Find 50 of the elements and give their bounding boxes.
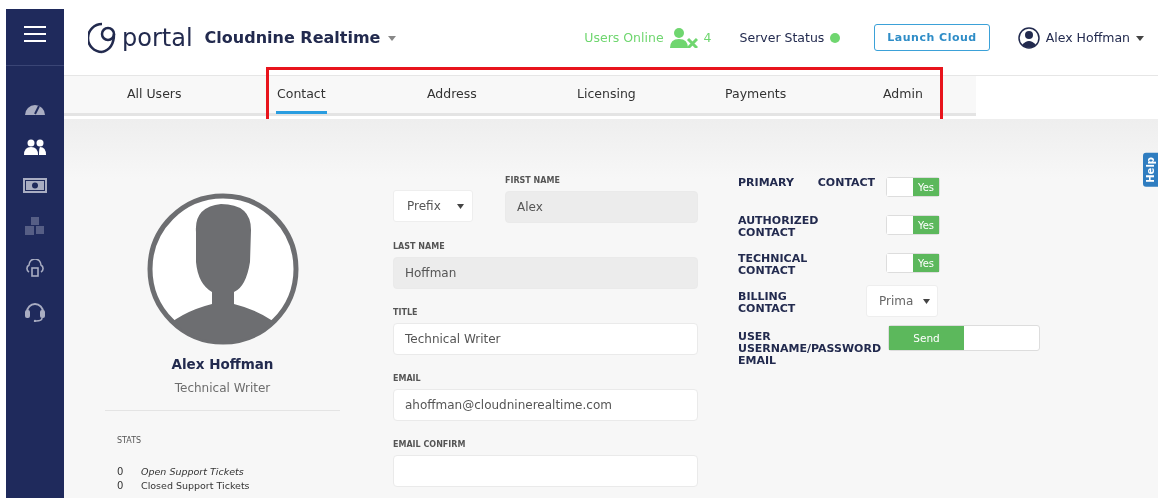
stats-heading: STATS — [117, 436, 143, 445]
option-label: PRIMARY CONTACT — [738, 177, 877, 189]
tab[interactable]: Payments — [724, 76, 788, 114]
user-menu[interactable]: Alex Hoffman — [1045, 30, 1144, 45]
server-status-label: Server Status — [739, 30, 825, 45]
users-online-count: 4 — [703, 30, 712, 45]
stat-count: 0 — [117, 465, 125, 477]
avatar-icon — [1017, 26, 1040, 49]
profile-name: Alex Hoffman — [171, 356, 274, 372]
stat-label: Open Support Tickets — [141, 465, 244, 477]
field-label: EMAIL — [393, 374, 422, 383]
tab[interactable]: Admin — [882, 76, 924, 114]
tab[interactable]: All Users — [126, 76, 183, 114]
caret-icon — [1136, 36, 1144, 41]
field-label: EMAIL CONFIRM — [393, 440, 467, 449]
headset-icon[interactable] — [24, 300, 46, 322]
help-tab[interactable]: Help — [1143, 153, 1158, 187]
prefix-select[interactable]: Prefix — [393, 190, 473, 222]
option-label: USER USERNAME/PASSWORD EMAIL — [738, 331, 883, 367]
profile-title: Technical Writer — [174, 381, 271, 395]
user-x-icon — [669, 27, 698, 48]
billing-select[interactable]: Prima — [866, 285, 938, 317]
menu-icon[interactable] — [24, 26, 46, 42]
caret-icon — [388, 36, 396, 41]
person-silhouette-icon — [145, 192, 300, 346]
logo-icon — [88, 20, 118, 55]
tab[interactable]: Licensing — [576, 76, 637, 114]
input-field[interactable]: Hoffman — [393, 257, 698, 289]
banknote-icon[interactable] — [23, 178, 47, 193]
tab[interactable]: Address — [426, 76, 478, 114]
stat-count: 0 — [117, 479, 125, 491]
caret-icon — [457, 203, 464, 209]
field-label: TITLE — [393, 308, 419, 317]
tab[interactable]: Contact — [276, 76, 327, 114]
company-dropdown[interactable]: Cloudnine Realtime — [204, 28, 396, 47]
first-name-field[interactable]: Alex — [505, 191, 698, 223]
input-field[interactable]: Technical Writer — [393, 323, 698, 355]
option-label: BILLING CONTACT — [738, 291, 797, 315]
cloud-icon[interactable] — [24, 259, 46, 277]
option-label: TECHNICAL CONTACT — [738, 253, 809, 277]
brand-name: portal — [122, 23, 193, 52]
option-label: AUTHORIZED CONTACT — [738, 215, 820, 239]
input-field[interactable]: ahoffman@cloudninerealtime.com — [393, 389, 698, 421]
caret-icon — [923, 298, 930, 304]
users-online-label: Users Online — [584, 30, 664, 45]
launch-cloud-button[interactable]: Launch Cloud — [874, 24, 990, 51]
stat-label: Closed Support Tickets — [141, 479, 250, 491]
users-icon[interactable] — [24, 139, 46, 155]
field-label: LAST NAME — [393, 242, 446, 251]
field-label: FIRST NAME — [505, 176, 561, 185]
